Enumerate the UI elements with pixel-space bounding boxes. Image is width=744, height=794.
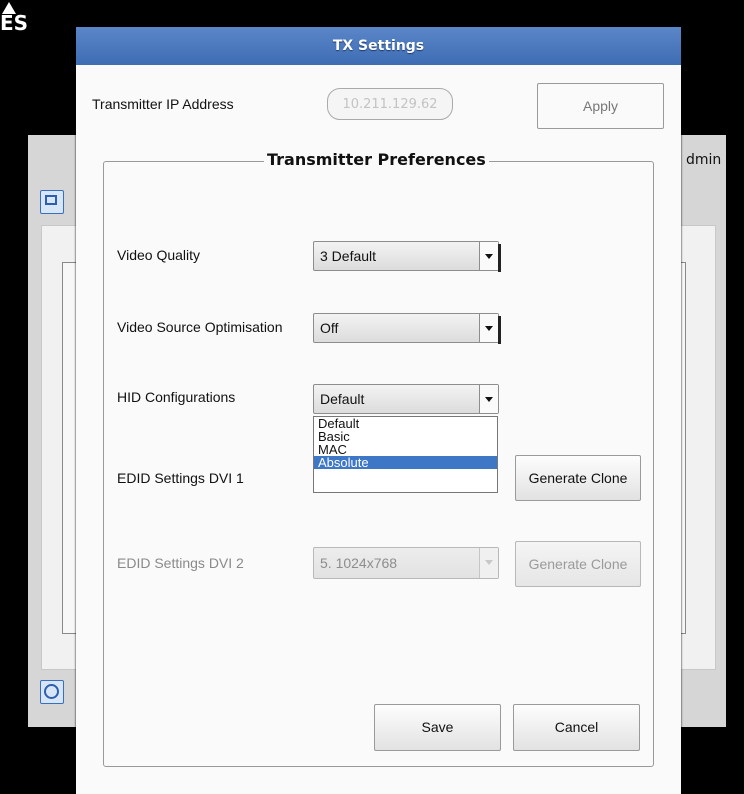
- video-quality-select[interactable]: 3 Default: [313, 241, 501, 272]
- screen-connect-icon[interactable]: [40, 190, 64, 214]
- chevron-down-icon[interactable]: [479, 314, 498, 342]
- save-button[interactable]: Save: [374, 704, 501, 751]
- ip-address-label: Transmitter IP Address: [92, 96, 234, 112]
- video-quality-value: 3 Default: [320, 248, 377, 264]
- hid-configurations-label: HID Configurations: [117, 389, 236, 405]
- chevron-down-icon[interactable]: [479, 385, 498, 413]
- apply-button[interactable]: Apply: [537, 83, 664, 129]
- generate-clone-dvi2-button[interactable]: Generate Clone: [515, 541, 641, 587]
- video-source-optimisation-select[interactable]: Off: [313, 313, 501, 344]
- ip-address-field[interactable]: 10.211.129.62: [327, 88, 453, 120]
- video-source-optimisation-label: Video Source Optimisation: [117, 319, 283, 335]
- generate-clone-dvi1-button[interactable]: Generate Clone: [515, 455, 641, 501]
- tx-settings-dialog: TX Settings Transmitter IP Address 10.21…: [76, 27, 681, 794]
- edid-dvi2-select[interactable]: 5. 1024x768: [313, 547, 499, 579]
- power-icon[interactable]: [40, 680, 64, 704]
- preferences-title: Transmitter Preferences: [264, 150, 489, 169]
- edid-dvi1-label: EDID Settings DVI 1: [117, 470, 244, 486]
- chevron-down-icon[interactable]: [479, 548, 498, 578]
- video-source-optimisation-value: Off: [320, 320, 339, 336]
- hid-configurations-select[interactable]: Default: [313, 384, 499, 414]
- edid-dvi2-label: EDID Settings DVI 2: [117, 555, 244, 571]
- app-logo: ES: [0, 2, 29, 35]
- dialog-title: TX Settings: [76, 27, 681, 65]
- user-label: dmin: [686, 152, 722, 168]
- edid-dvi2-value: 5. 1024x768: [320, 555, 398, 571]
- dropdown-option-absolute[interactable]: Absolute: [314, 456, 497, 469]
- hid-configurations-value: Default: [320, 391, 365, 407]
- logo-text: ES: [0, 11, 29, 35]
- video-quality-label: Video Quality: [117, 247, 201, 263]
- chevron-down-icon[interactable]: [479, 242, 498, 270]
- hid-configurations-dropdown: Default Basic MAC Absolute: [313, 416, 498, 493]
- cancel-button[interactable]: Cancel: [513, 704, 640, 751]
